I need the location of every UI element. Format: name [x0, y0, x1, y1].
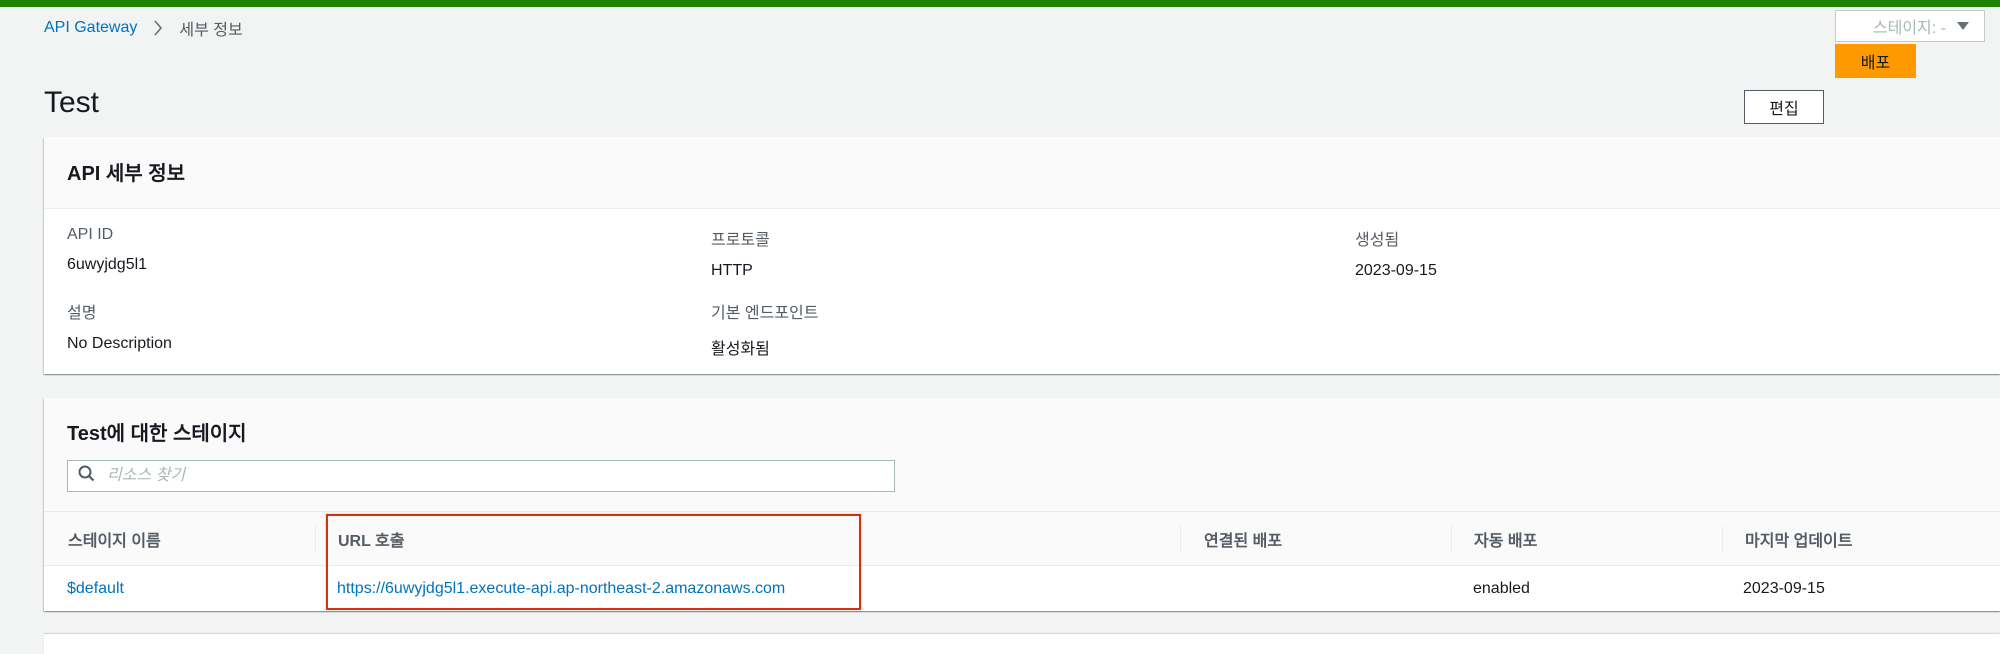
- field-value: 2023-09-15: [1355, 262, 1437, 279]
- last-updated: 2023-09-15: [1743, 579, 1825, 597]
- invoke-url-link[interactable]: https://6uwyjdg5l1.execute-api.ap-northe…: [337, 566, 785, 611]
- api-details-title: API 세부 정보: [67, 163, 186, 185]
- field-default-endpoint: 기본 엔드포인트 활성화됨: [711, 299, 819, 359]
- breadcrumb-current: 세부 정보: [179, 22, 243, 39]
- edit-button[interactable]: 편집: [1744, 90, 1824, 124]
- field-description: 설명 No Description: [67, 299, 172, 353]
- search-icon: [78, 465, 95, 487]
- breadcrumb-api-gateway-link[interactable]: API Gateway: [44, 19, 137, 37]
- deploy-button[interactable]: 배포: [1835, 44, 1916, 78]
- table-row: $default https://6uwyjdg5l1.execute-api.…: [44, 566, 2000, 611]
- api-details-header: API 세부 정보: [44, 137, 2000, 209]
- api-details-panel: API 세부 정보 API ID 6uwyjdg5l1 프로토콜 HTTP 생성…: [44, 137, 2000, 374]
- field-label: 기본 엔드포인트: [711, 305, 819, 322]
- column-header-stage-name[interactable]: 스테이지 이름: [68, 512, 161, 566]
- stage-name-link[interactable]: $default: [67, 566, 124, 611]
- field-api-id: API ID 6uwyjdg5l1: [67, 226, 147, 274]
- column-divider: [1451, 526, 1452, 552]
- chevron-right-icon: [153, 20, 163, 36]
- page-title: Test: [44, 86, 100, 119]
- stage-select[interactable]: 스테이지: -: [1835, 10, 1985, 42]
- field-value: No Description: [67, 335, 172, 352]
- field-protocol: 프로토콜 HTTP: [711, 226, 770, 280]
- stages-table-header: 스테이지 이름 URL 호출 연결된 배포 자동 배포 마지막 업데이트: [44, 512, 2000, 566]
- field-created: 생성됨 2023-09-15: [1355, 226, 1437, 280]
- status-bar: [0, 0, 2000, 7]
- field-label: 프로토콜: [711, 232, 770, 249]
- caret-down-icon: [1956, 21, 1970, 31]
- field-label: API ID: [67, 226, 114, 243]
- next-panel: [44, 634, 2000, 654]
- column-divider: [315, 526, 316, 552]
- column-header-auto-deploy[interactable]: 자동 배포: [1474, 512, 1537, 566]
- column-header-last-updated[interactable]: 마지막 업데이트: [1745, 512, 1853, 566]
- stages-header: Test에 대한 스테이지: [44, 398, 2000, 512]
- column-header-invoke-url[interactable]: URL 호출: [338, 512, 404, 566]
- field-label: 설명: [67, 305, 97, 322]
- breadcrumb: API Gateway 세부 정보: [44, 16, 243, 40]
- column-divider: [1180, 526, 1181, 552]
- field-value: 6uwyjdg5l1: [67, 256, 148, 273]
- column-divider: [1722, 526, 1723, 552]
- stages-panel: Test에 대한 스테이지 스테이지 이름 URL 호출 연결된 배포 자동 배…: [44, 398, 2000, 611]
- column-header-attached-deployment[interactable]: 연결된 배포: [1204, 512, 1282, 566]
- field-value: HTTP: [711, 262, 753, 279]
- stages-title: Test에 대한 스테이지: [67, 423, 247, 445]
- field-label: 생성됨: [1355, 232, 1400, 249]
- search-box[interactable]: [67, 460, 895, 492]
- search-input[interactable]: [105, 466, 869, 486]
- auto-deploy-status: enabled: [1473, 579, 1530, 597]
- stage-select-value: 스테이지: -: [1872, 20, 1946, 37]
- field-value: 활성화됨: [711, 341, 770, 358]
